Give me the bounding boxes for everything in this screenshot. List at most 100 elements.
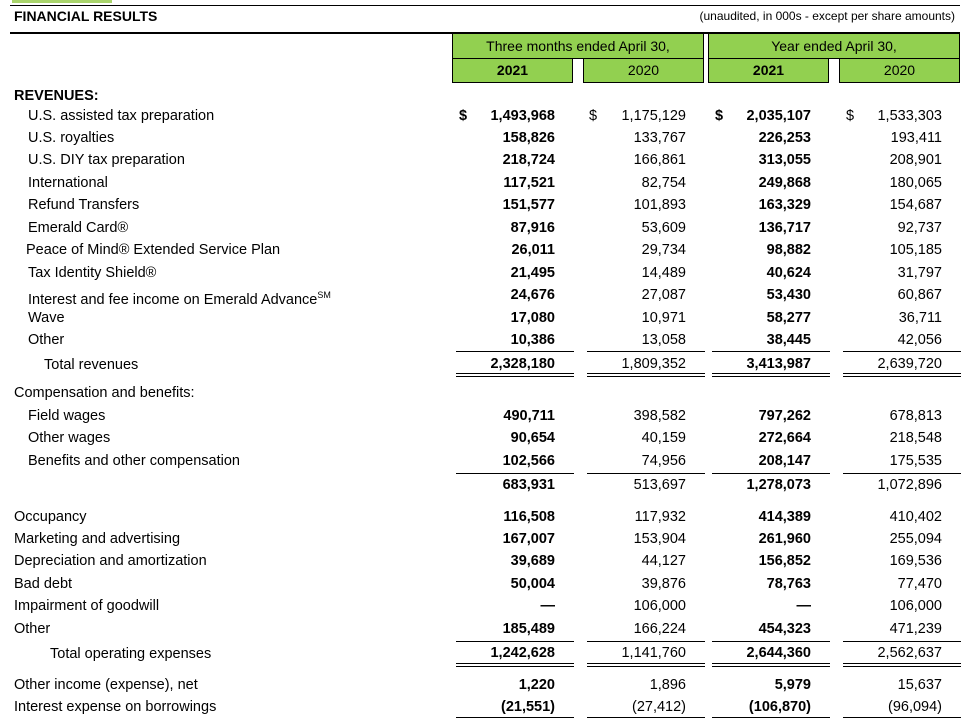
value-cell: 678,813 <box>889 408 942 424</box>
value-cell: 163,329 <box>758 197 811 213</box>
value-cell: 683,931 <box>502 477 555 493</box>
value-cell: (21,551) <box>500 699 555 715</box>
value-cell: 40,159 <box>641 430 686 446</box>
value-cell: 5,979 <box>774 677 811 693</box>
value-cell: 272,664 <box>758 430 811 446</box>
column-underline <box>712 641 830 642</box>
row-label: Benefits and other compensation <box>28 453 240 469</box>
value-cell: 50,004 <box>510 576 555 592</box>
dollar-sign: $ <box>589 108 598 124</box>
row-label: Compensation and benefits: <box>14 385 195 401</box>
row-label: Interest expense on borrowings <box>14 699 217 715</box>
column-underline <box>587 717 705 718</box>
value-cell: 208,147 <box>758 453 811 469</box>
value-cell: 102,566 <box>502 453 555 469</box>
row-label: Total operating expenses <box>50 646 212 662</box>
column-underline <box>712 473 830 474</box>
value-cell: 249,868 <box>758 175 811 191</box>
value-cell: 1,896 <box>649 677 686 693</box>
row-label: U.S. DIY tax preparation <box>28 152 185 168</box>
row-label: Total revenues <box>44 357 139 373</box>
double-underline <box>587 373 705 377</box>
top-rule <box>10 5 960 6</box>
value-cell: 166,861 <box>633 152 686 168</box>
value-cell: 90,654 <box>510 430 555 446</box>
row-label: Other <box>14 621 51 637</box>
value-cell: 105,185 <box>889 242 942 258</box>
value-cell: — <box>540 598 556 614</box>
value-cell: 2,639,720 <box>877 356 942 372</box>
row-label: Peace of Mind® Extended Service Plan <box>26 242 281 258</box>
row-label: Refund Transfers <box>28 197 140 213</box>
value-cell: 2,562,637 <box>877 645 942 661</box>
header-year-col-3: 2021 <box>708 58 829 83</box>
value-cell: 116,508 <box>503 509 555 525</box>
double-underline <box>456 373 574 377</box>
double-underline <box>712 663 830 667</box>
value-cell: 17,080 <box>510 310 555 326</box>
value-cell: 36,711 <box>898 310 942 326</box>
value-cell: 218,724 <box>502 152 555 168</box>
value-cell: 454,323 <box>758 621 811 637</box>
value-cell: 21,495 <box>510 265 555 281</box>
value-cell: 2,328,180 <box>490 356 555 372</box>
value-cell: 42,056 <box>897 332 942 348</box>
value-cell: 1,493,968 <box>490 108 555 124</box>
row-label: Wave <box>28 310 65 326</box>
value-cell: 117,932 <box>634 509 686 525</box>
value-cell: 1,141,760 <box>621 645 686 661</box>
header-year: Year ended April 30, <box>708 33 960 59</box>
row-label: Other wages <box>28 430 111 446</box>
value-cell: — <box>796 598 812 614</box>
unaudited-note: (unaudited, in 000s - except per share a… <box>699 9 955 23</box>
value-cell: 82,754 <box>641 175 686 191</box>
value-cell: (96,094) <box>887 699 942 715</box>
row-label-text: Interest and fee income on Emerald Advan… <box>28 291 318 308</box>
header-year-col-1: 2021 <box>452 58 573 83</box>
value-cell: 193,411 <box>890 130 942 146</box>
double-underline <box>843 373 961 377</box>
row-label: REVENUES: <box>14 88 99 104</box>
value-cell: 44,127 <box>641 553 686 569</box>
value-cell: 87,916 <box>510 220 555 236</box>
value-cell: 77,470 <box>897 576 942 592</box>
double-underline <box>712 373 830 377</box>
value-cell: 398,582 <box>633 408 686 424</box>
value-cell: 1,809,352 <box>621 356 686 372</box>
value-cell: 53,609 <box>641 220 686 236</box>
column-underline <box>456 641 574 642</box>
value-cell: 15,637 <box>897 677 942 693</box>
column-underline <box>587 351 705 352</box>
dollar-sign: $ <box>715 108 724 124</box>
value-cell: 414,389 <box>758 509 811 525</box>
value-cell: 1,220 <box>518 677 555 693</box>
value-cell: 26,011 <box>511 242 555 258</box>
column-underline <box>587 473 705 474</box>
value-cell: 117,521 <box>503 175 555 191</box>
column-underline <box>712 351 830 352</box>
value-cell: 471,239 <box>889 621 942 637</box>
value-cell: 490,711 <box>503 408 555 424</box>
value-cell: 39,876 <box>641 576 686 592</box>
column-underline <box>843 473 961 474</box>
value-cell: 133,767 <box>633 130 686 146</box>
row-label: U.S. royalties <box>28 130 115 146</box>
value-cell: 185,489 <box>502 621 555 637</box>
value-cell: 797,262 <box>758 408 811 424</box>
row-label: Occupancy <box>14 509 87 525</box>
value-cell: 153,904 <box>633 531 686 547</box>
value-cell: 166,224 <box>633 621 686 637</box>
column-underline <box>843 351 961 352</box>
value-cell: 158,826 <box>502 130 555 146</box>
value-cell: 31,797 <box>897 265 942 281</box>
header-year-col-4: 2020 <box>839 58 960 83</box>
double-underline <box>843 663 961 667</box>
value-cell: 167,007 <box>502 531 555 547</box>
column-underline <box>456 717 574 718</box>
value-cell: 14,489 <box>641 265 686 281</box>
value-cell: (27,412) <box>631 699 686 715</box>
value-cell: 136,717 <box>758 220 811 236</box>
value-cell: 255,094 <box>889 531 942 547</box>
header-three-months: Three months ended April 30, <box>452 33 704 59</box>
value-cell: 78,763 <box>766 576 811 592</box>
